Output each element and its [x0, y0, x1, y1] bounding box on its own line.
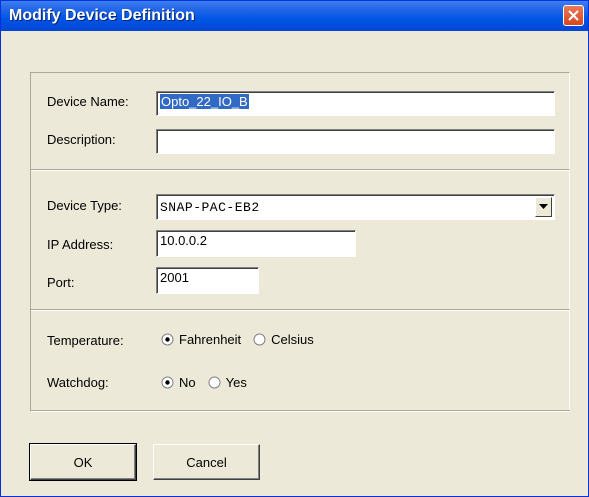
- radio-checked-icon: [161, 376, 174, 389]
- port-value: 2001: [160, 270, 189, 285]
- temperature-label: Temperature:: [47, 333, 124, 348]
- watchdog-label: Watchdog:: [47, 375, 109, 390]
- cancel-button[interactable]: Cancel: [153, 444, 260, 480]
- radio-fahrenheit[interactable]: Fahrenheit: [161, 332, 241, 347]
- description-input[interactable]: [156, 129, 555, 154]
- window-title: Modify Device Definition: [9, 7, 195, 24]
- device-type-select[interactable]: SNAP-PAC-EB2: [156, 194, 555, 220]
- radio-no[interactable]: No: [161, 375, 196, 390]
- radio-celsius-label: Celsius: [271, 332, 314, 347]
- options-group: [30, 309, 570, 412]
- chevron-down-icon: [539, 204, 548, 209]
- watchdog-radio-group: No Yes: [161, 375, 259, 390]
- dropdown-button[interactable]: [535, 197, 552, 217]
- ip-address-input[interactable]: 10.0.0.2: [156, 230, 356, 257]
- radio-unchecked-icon: [253, 333, 266, 346]
- radio-celsius[interactable]: Celsius: [253, 332, 314, 347]
- port-label: Port:: [47, 275, 75, 290]
- port-input[interactable]: 2001: [156, 267, 259, 294]
- radio-checked-icon: [161, 333, 174, 346]
- radio-yes[interactable]: Yes: [208, 375, 247, 390]
- device-type-label: Device Type:: [47, 198, 122, 213]
- radio-no-label: No: [179, 375, 196, 390]
- identity-group: [30, 72, 570, 169]
- close-icon: [568, 10, 579, 21]
- ip-address-value: 10.0.0.2: [160, 233, 207, 248]
- ip-address-label: IP Address:: [47, 237, 114, 252]
- radio-fahrenheit-label: Fahrenheit: [179, 332, 242, 347]
- description-label: Description:: [47, 132, 116, 147]
- device-type-value: SNAP-PAC-EB2: [160, 200, 260, 215]
- title-bar[interactable]: Modify Device Definition: [1, 1, 588, 31]
- device-name-input[interactable]: Opto_22_IO_B: [156, 91, 555, 116]
- radio-unchecked-icon: [208, 376, 221, 389]
- radio-yes-label: Yes: [225, 375, 247, 390]
- temperature-radio-group: Fahrenheit Celsius: [161, 332, 326, 347]
- device-name-label: Device Name:: [47, 94, 129, 109]
- ok-button[interactable]: OK: [29, 443, 137, 481]
- dialog-window: Modify Device Definition Device Name: Op…: [0, 0, 589, 497]
- close-button[interactable]: [563, 5, 584, 26]
- device-name-value: Opto_22_IO_B: [160, 94, 249, 109]
